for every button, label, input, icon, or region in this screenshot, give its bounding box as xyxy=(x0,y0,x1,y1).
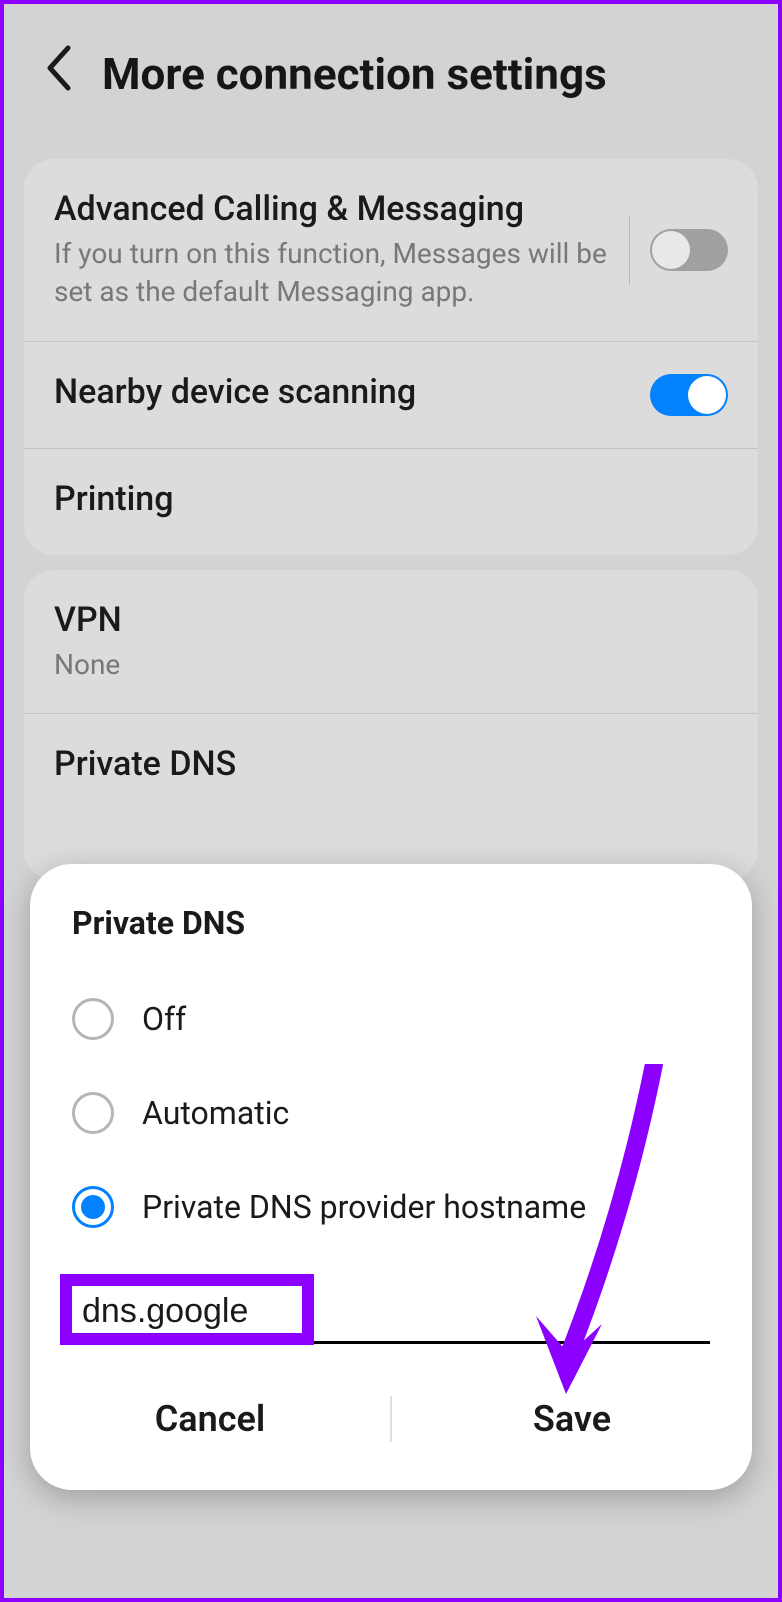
cancel-button[interactable]: Cancel xyxy=(30,1384,390,1454)
save-button[interactable]: Save xyxy=(392,1384,752,1454)
settings-card-1: Advanced Calling & Messaging If you turn… xyxy=(24,159,758,555)
radio-off[interactable] xyxy=(72,998,114,1040)
dialog-title: Private DNS xyxy=(30,904,752,972)
private-dns-title: Private DNS xyxy=(54,744,728,784)
printing-title: Printing xyxy=(54,479,728,519)
radio-hostname-label: Private DNS provider hostname xyxy=(142,1188,586,1226)
advanced-calling-title: Advanced Calling & Messaging xyxy=(54,189,609,229)
vpn-sub: None xyxy=(54,646,728,684)
divider xyxy=(629,215,630,285)
annotation-highlight xyxy=(60,1274,314,1345)
back-icon[interactable] xyxy=(44,44,72,105)
radio-row-automatic[interactable]: Automatic xyxy=(30,1066,752,1160)
radio-off-label: Off xyxy=(142,1000,186,1038)
row-private-dns[interactable]: Private DNS xyxy=(24,714,758,820)
radio-automatic[interactable] xyxy=(72,1092,114,1134)
advanced-calling-sub: If you turn on this function, Messages w… xyxy=(54,235,609,311)
nearby-scanning-title: Nearby device scanning xyxy=(54,372,650,412)
advanced-calling-toggle[interactable] xyxy=(650,229,728,271)
row-advanced-calling[interactable]: Advanced Calling & Messaging If you turn… xyxy=(24,159,758,342)
radio-automatic-label: Automatic xyxy=(142,1094,289,1132)
row-nearby-scanning[interactable]: Nearby device scanning xyxy=(24,342,758,449)
radio-row-off[interactable]: Off xyxy=(30,972,752,1066)
page-title: More connection settings xyxy=(102,48,607,100)
row-printing[interactable]: Printing xyxy=(24,449,758,555)
dns-hostname-input[interactable] xyxy=(82,1292,282,1331)
row-vpn[interactable]: VPN None xyxy=(24,570,758,715)
radio-hostname[interactable] xyxy=(72,1186,114,1228)
vpn-title: VPN xyxy=(54,600,728,640)
private-dns-dialog: Private DNS Off Automatic Private DNS pr… xyxy=(30,864,752,1490)
settings-card-2: VPN None Private DNS xyxy=(24,570,758,881)
radio-row-hostname[interactable]: Private DNS provider hostname xyxy=(30,1160,752,1254)
nearby-scanning-toggle[interactable] xyxy=(650,374,728,416)
